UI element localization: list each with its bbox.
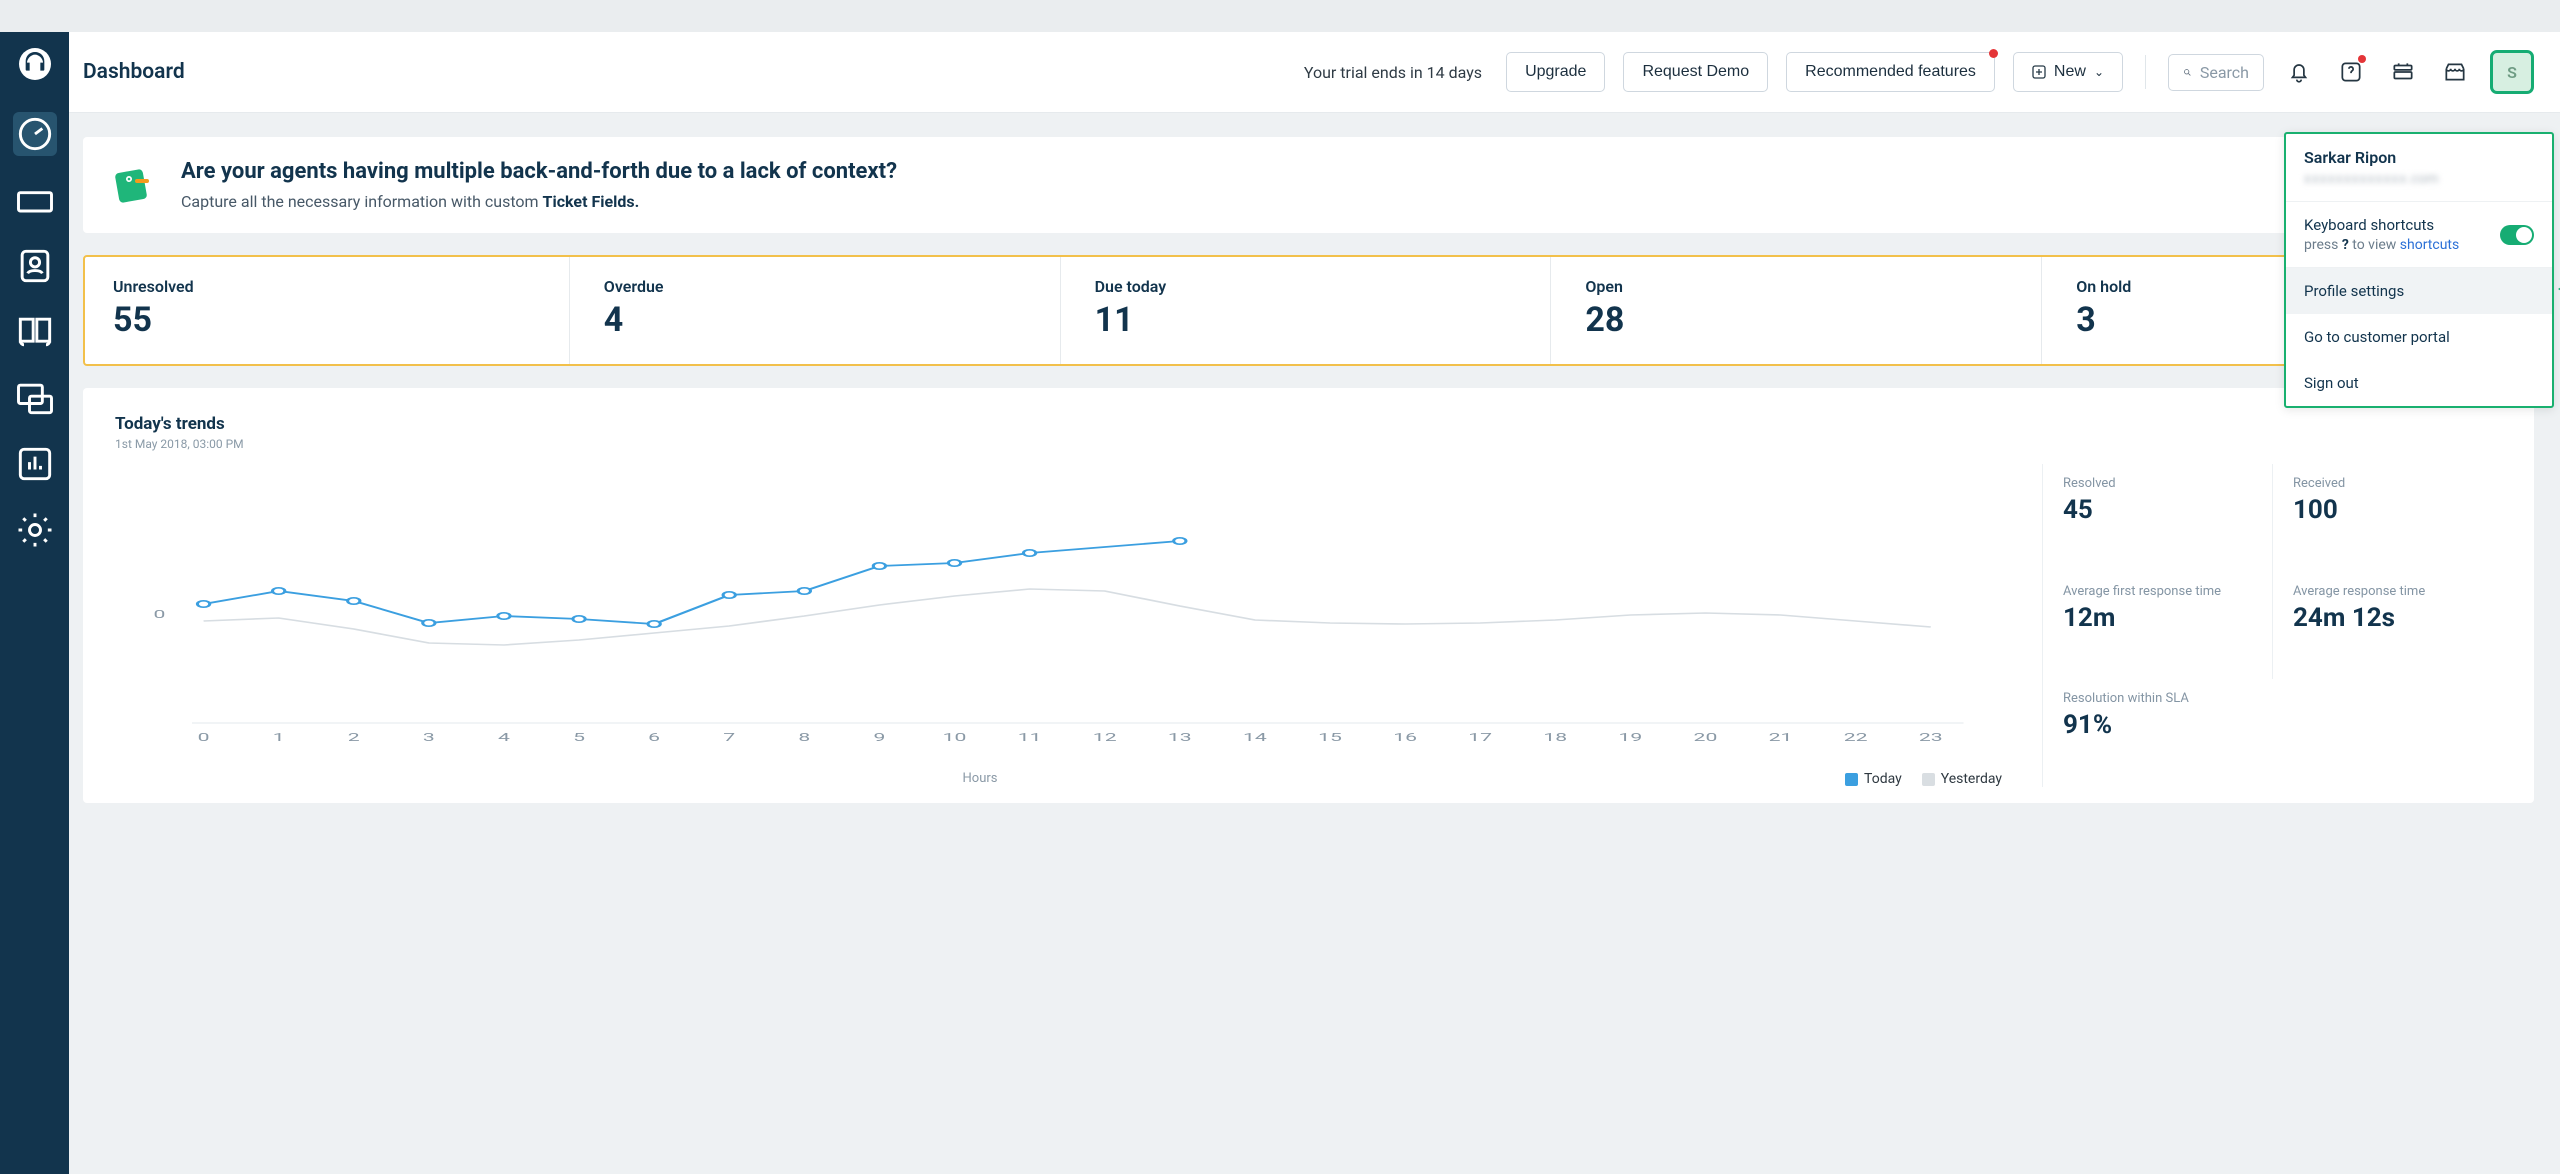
info-banner: Are your agents having multiple back-and…	[83, 137, 2534, 233]
trends-panel: Today's trends 1st May 2018, 03:00 PM 0	[83, 388, 2534, 803]
svg-text:10: 10	[943, 731, 967, 744]
profile-avatar[interactable]: S	[2490, 50, 2534, 94]
svg-text:17: 17	[1468, 731, 1492, 744]
svg-text:23: 23	[1919, 731, 1943, 744]
profile-email: xxxxxxxxxxxxx.com	[2304, 171, 2534, 187]
new-button-label: New	[2054, 63, 2086, 81]
nav-solutions[interactable]	[13, 310, 57, 354]
help-icon	[2338, 59, 2364, 85]
trial-notice: Your trial ends in 14 days	[1304, 63, 1482, 82]
metric-received: Received 100	[2272, 464, 2502, 572]
svg-text:1: 1	[273, 731, 285, 744]
marketplace-button[interactable]	[2438, 55, 2472, 89]
stats-row: Unresolved 55 Overdue 4 Due today 11 Ope…	[83, 255, 2534, 366]
marketplace-icon	[2442, 59, 2468, 85]
svg-text:20: 20	[1694, 731, 1718, 744]
nav-tickets[interactable]	[13, 178, 57, 222]
avatar-initial: S	[2507, 63, 2517, 82]
kbd-shortcuts-label: Keyboard shortcuts	[2304, 216, 2459, 234]
banner-subtitle: Capture all the necessary information wi…	[181, 192, 897, 211]
kbd-shortcuts-hint: press ? to view shortcuts	[2304, 237, 2459, 253]
svg-text:12: 12	[1093, 731, 1117, 744]
recommended-features-button[interactable]: Recommended features	[1786, 52, 1995, 92]
divider	[2145, 55, 2146, 89]
request-demo-button[interactable]: Request Demo	[1623, 52, 1768, 92]
profile-menu: Sarkar Ripon xxxxxxxxxxxxx.com Keyboard …	[2284, 132, 2554, 408]
nav-dashboard[interactable]	[13, 112, 57, 156]
banner-title: Are your agents having multiple back-and…	[181, 159, 897, 184]
apps-icon	[2390, 59, 2416, 85]
svg-text:14: 14	[1243, 731, 1267, 744]
metric-resolved: Resolved 45	[2042, 464, 2272, 572]
stat-due-today[interactable]: Due today 11	[1067, 257, 1552, 364]
metric-avg-response: Average response time 24m 12s	[2272, 572, 2502, 680]
svg-text:15: 15	[1318, 731, 1342, 744]
svg-text:19: 19	[1618, 731, 1642, 744]
svg-text:9: 9	[873, 731, 885, 744]
svg-text:18: 18	[1543, 731, 1567, 744]
metric-first-response: Average first response time 12m	[2042, 572, 2272, 680]
stat-overdue[interactable]: Overdue 4	[576, 257, 1061, 364]
menu-sign-out[interactable]: Sign out	[2286, 360, 2552, 406]
svg-text:6: 6	[648, 731, 660, 744]
chart-xlabel: Hours	[115, 771, 1845, 786]
svg-text:11: 11	[1018, 731, 1042, 744]
metric-sla: Resolution within SLA 91%	[2042, 679, 2272, 787]
menu-profile-settings[interactable]: Profile settings	[2286, 268, 2552, 314]
svg-text:21: 21	[1769, 731, 1793, 744]
upgrade-button[interactable]: Upgrade	[1506, 52, 1605, 92]
svg-text:22: 22	[1844, 731, 1868, 744]
svg-text:16: 16	[1393, 731, 1417, 744]
topbar: Dashboard Your trial ends in 14 days Upg…	[69, 32, 2560, 113]
stat-unresolved[interactable]: Unresolved 55	[85, 257, 570, 364]
trends-chart: 0 01234567891011121314151617181920212223	[115, 463, 2002, 763]
nav-chat[interactable]	[13, 376, 57, 420]
search-icon	[2183, 64, 2192, 81]
svg-text:3: 3	[423, 731, 435, 744]
trends-timestamp: 1st May 2018, 03:00 PM	[115, 437, 2002, 451]
search-input[interactable]: Search	[2168, 54, 2264, 91]
notifications-button[interactable]	[2282, 55, 2316, 89]
nav-reports[interactable]	[13, 442, 57, 486]
svg-text:4: 4	[498, 731, 511, 744]
help-button[interactable]	[2334, 55, 2368, 89]
app-logo[interactable]	[19, 48, 51, 80]
search-placeholder: Search	[2200, 63, 2249, 82]
annotation-arrow	[2556, 277, 2560, 305]
nav-contacts[interactable]	[13, 244, 57, 288]
freshworks-switcher[interactable]	[2386, 55, 2420, 89]
svg-text:2: 2	[348, 731, 360, 744]
svg-text:5: 5	[573, 731, 585, 744]
new-button[interactable]: New ⌄	[2013, 52, 2123, 92]
nav-settings[interactable]	[13, 508, 57, 552]
kbd-shortcuts-toggle[interactable]	[2500, 225, 2534, 245]
plus-icon	[2032, 65, 2046, 79]
sidebar	[0, 32, 69, 1174]
profile-name: Sarkar Ripon	[2304, 148, 2534, 167]
menu-customer-portal[interactable]: Go to customer portal	[2286, 314, 2552, 360]
stat-open[interactable]: Open 28	[1557, 257, 2042, 364]
svg-text:8: 8	[798, 731, 810, 744]
svg-text:7: 7	[723, 731, 735, 744]
chevron-down-icon: ⌄	[2094, 65, 2104, 79]
trends-title: Today's trends	[115, 414, 2002, 434]
bell-icon	[2286, 59, 2312, 85]
ticket-icon	[111, 163, 157, 209]
page-title: Dashboard	[83, 60, 185, 84]
svg-text:0: 0	[198, 731, 210, 744]
svg-text:0: 0	[154, 608, 166, 621]
svg-text:13: 13	[1168, 731, 1192, 744]
chart-legend: Today Yesterday	[1845, 771, 2002, 787]
